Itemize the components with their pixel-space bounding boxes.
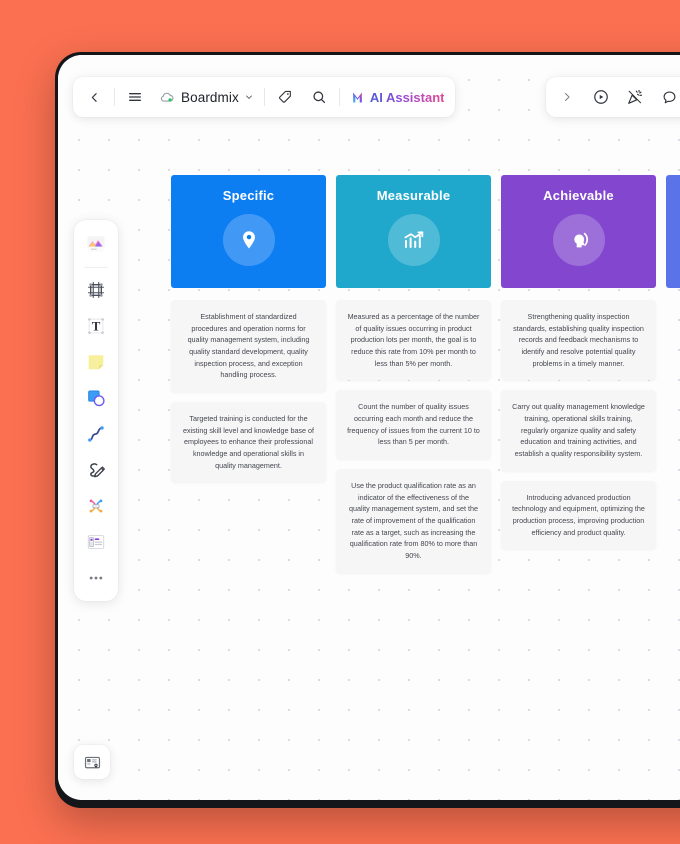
present-button[interactable] (584, 81, 618, 113)
smart-goal-board: Specific Establishment of standardized p… (171, 175, 680, 573)
shapes-icon (88, 390, 105, 407)
party-popper-icon (628, 89, 643, 104)
chevron-down-icon (245, 95, 252, 99)
pencil-draw-icon (90, 463, 105, 478)
more-dots-icon (89, 576, 103, 580)
rail-divider (84, 267, 108, 268)
column-notes-specific: Establishment of standardized procedures… (171, 288, 326, 483)
brand-menu[interactable]: Boardmix (152, 81, 261, 113)
toolbar-divider (338, 88, 340, 106)
brand-label: Boardmix (181, 89, 239, 105)
column-notes-measurable: Measured as a percentage of the number o… (336, 288, 491, 573)
sidebar-item-shapes[interactable] (79, 381, 113, 415)
sticky-note-icon (88, 355, 104, 370)
growth-chart-icon (387, 214, 440, 266)
sidebar-item-frame[interactable] (79, 273, 113, 307)
sidebar-item-text[interactable]: T (79, 309, 113, 343)
curve-line-icon (88, 426, 104, 442)
smart-column-specific: Specific Establishment of standardized p… (171, 175, 326, 573)
tool-rail: T (74, 220, 118, 601)
toolbar-divider (263, 88, 265, 106)
comment-button[interactable] (652, 81, 680, 113)
chevron-right-icon (564, 92, 570, 102)
note-card[interactable]: Establishment of standardized procedures… (171, 300, 326, 392)
cloud-icon (160, 92, 174, 102)
column-header-achievable[interactable]: Achievable (501, 175, 656, 288)
tag-button[interactable] (268, 81, 302, 113)
template-cards-icon (87, 236, 105, 252)
column-header-measurable[interactable]: Measurable (336, 175, 491, 288)
column-header-specific[interactable]: Specific (171, 175, 326, 288)
svg-text:T: T (92, 320, 101, 334)
minimap-button[interactable] (74, 745, 110, 779)
column-header-partial[interactable] (666, 175, 680, 288)
location-pin-icon (222, 214, 275, 266)
app-screen: Specific Establishment of standardized p… (58, 55, 680, 800)
column-title: Specific (222, 188, 275, 203)
comment-bubble-icon (663, 91, 675, 103)
head-profile-icon (552, 214, 605, 266)
table-layout-icon (87, 535, 105, 549)
sidebar-item-more[interactable] (79, 561, 113, 595)
search-button[interactable] (302, 81, 336, 113)
sidebar-item-curve[interactable] (79, 417, 113, 451)
sidebar-item-table[interactable] (79, 525, 113, 559)
note-card[interactable]: Carry out quality management knowledge t… (501, 390, 656, 471)
screenshot-stage: Specific Establishment of standardized p… (0, 0, 680, 844)
celebrate-button[interactable] (618, 81, 652, 113)
note-card[interactable]: Use the product qualification rate as an… (336, 468, 491, 573)
secondary-toolbar (546, 77, 680, 117)
note-card[interactable]: Introducing advanced production technolo… (501, 480, 656, 550)
back-button[interactable] (77, 81, 111, 113)
note-card[interactable]: Measured as a percentage of the number o… (336, 300, 491, 381)
minimap-icon (84, 756, 100, 768)
play-circle-icon (594, 90, 608, 104)
smart-column-achievable: Achievable Strengthening quality inspect… (501, 175, 656, 573)
ai-sparkle-icon (352, 92, 362, 102)
smart-column-partial (666, 175, 680, 573)
text-icon: T (88, 318, 104, 334)
sidebar-item-mind-map[interactable] (79, 489, 113, 523)
ai-assistant-label: AI Assistant (369, 89, 445, 105)
menu-button[interactable] (118, 81, 152, 113)
column-title: Achievable (543, 188, 614, 203)
note-card[interactable]: Strengthening quality inspection standar… (501, 300, 656, 381)
column-title: Measurable (376, 188, 451, 203)
frame-icon (88, 282, 104, 298)
note-card[interactable]: Targeted training is conducted for the e… (171, 401, 326, 483)
search-icon (313, 91, 325, 104)
sidebar-item-pencil[interactable] (79, 453, 113, 487)
note-card[interactable]: Count the number of quality issues occur… (336, 390, 491, 459)
sidebar-item-sticky-note[interactable] (79, 345, 113, 379)
column-notes-achievable: Strengthening quality inspection standar… (501, 288, 656, 550)
mind-map-icon (89, 499, 103, 513)
ai-assistant-button[interactable]: AI Assistant (343, 81, 452, 113)
main-toolbar: Boardmix AI Assistant (73, 77, 456, 117)
sidebar-item-template[interactable] (79, 227, 113, 261)
expand-button[interactable] (550, 81, 584, 113)
toolbar-divider (114, 88, 115, 106)
smart-column-measurable: Measurable Measured as a percentage of t… (336, 175, 491, 573)
tag-icon (278, 90, 291, 103)
